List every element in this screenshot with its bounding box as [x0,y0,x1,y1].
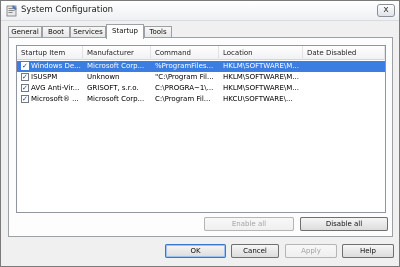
column-header-manufacturer[interactable]: Manufacturer [83,46,151,60]
startup-item-location: HKCU\SOFTWARE\... [223,95,293,103]
startup-item-command: C:\PROGRA~1\... [155,84,214,92]
table-row[interactable]: AVG Anti-Vir... GRISOFT, s.r.o. C:\PROGR… [17,83,385,94]
apply-button[interactable]: Apply [285,244,337,258]
tab-startup[interactable]: Startup [106,24,144,39]
startup-item-manufacturer: GRISOFT, s.r.o. [87,84,139,92]
title-bar[interactable]: System Configuration x [1,1,399,21]
column-header-command[interactable]: Command [151,46,219,60]
startup-item-manufacturer: Microsoft Corp... [87,62,145,70]
table-row[interactable]: ISUSPM Unknown "C:\Program Fil... HKLM\S… [17,72,385,83]
startup-tab-panel: Startup Item Manufacturer Command Locati… [8,37,393,237]
startup-item-date-disabled [307,83,383,94]
startup-item-checkbox[interactable] [21,72,29,83]
startup-item-name: Microsoft® ... [31,95,79,103]
msconfig-app-icon [6,5,17,17]
startup-item-checkbox[interactable] [21,94,29,105]
ok-button[interactable]: OK [165,244,226,258]
startup-item-location: HKLM\SOFTWARE\M... [223,73,299,81]
column-header-startup-item[interactable]: Startup Item [17,46,83,60]
column-header-location[interactable]: Location [219,46,303,60]
startup-item-location: HKLM\SOFTWARE\M... [223,84,299,92]
close-icon: x [383,5,389,15]
startup-items-list[interactable]: Startup Item Manufacturer Command Locati… [16,45,386,213]
startup-item-checkbox[interactable] [21,83,29,94]
startup-item-manufacturer: Unknown [87,73,120,81]
table-row[interactable]: Microsoft® ... Microsoft Corp... C:\Prog… [17,94,385,105]
table-row[interactable]: Windows De... Microsoft Corp... %Program… [17,61,385,72]
startup-item-command: "C:\Program Fil... [155,73,214,81]
cancel-button[interactable]: Cancel [231,244,279,258]
startup-item-date-disabled [307,94,383,105]
enable-all-button[interactable]: Enable all [204,217,294,231]
startup-item-command: %ProgramFiles... [155,62,214,70]
close-button[interactable]: x [377,4,395,17]
startup-item-name: AVG Anti-Vir... [31,84,80,92]
help-button[interactable]: Help [342,244,394,258]
list-header: Startup Item Manufacturer Command Locati… [17,46,385,60]
window-title: System Configuration [21,5,114,15]
disable-all-button[interactable]: Disable all [300,217,388,231]
startup-item-command: C:\Program Fil... [155,95,211,103]
startup-item-date-disabled [307,72,383,83]
startup-item-location: HKLM\SOFTWARE\M... [223,62,299,70]
system-configuration-window: System Configuration x General Boot Serv… [0,0,400,267]
startup-item-name: Windows De... [31,62,81,70]
column-header-date-disabled[interactable]: Date Disabled [303,46,385,60]
startup-item-name: ISUSPM [31,73,58,81]
startup-item-date-disabled [307,61,383,72]
startup-item-manufacturer: Microsoft Corp... [87,95,145,103]
startup-item-checkbox[interactable] [21,61,29,72]
